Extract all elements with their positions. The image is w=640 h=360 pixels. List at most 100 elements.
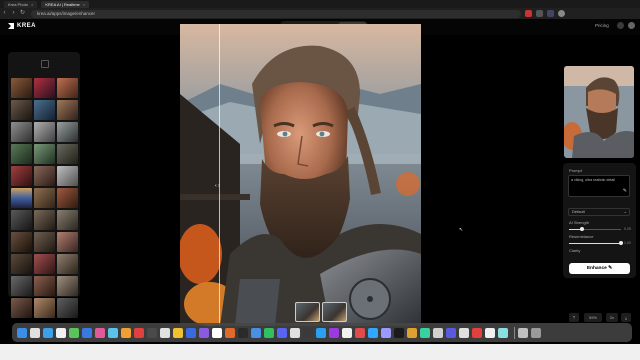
extension-icon[interactable] (525, 10, 532, 17)
prompt-input[interactable]: a viking, ultra realistic detail ✎ (568, 175, 630, 197)
safari-icon[interactable] (43, 327, 53, 338)
preview-icon[interactable] (342, 327, 352, 338)
divider-handle-icon[interactable]: ‹ › (215, 183, 220, 189)
profile-icon[interactable] (558, 10, 565, 17)
app-icon[interactable] (420, 327, 430, 338)
history-thumbnail[interactable] (57, 276, 78, 296)
calendar-icon[interactable] (56, 327, 66, 338)
notes-icon[interactable] (121, 327, 131, 338)
history-thumbnail[interactable] (34, 188, 55, 208)
history-thumbnail[interactable] (11, 100, 32, 120)
extension-icon[interactable] (547, 10, 554, 17)
app-icon[interactable] (459, 327, 469, 338)
history-thumbnail[interactable] (11, 166, 32, 186)
music-icon[interactable] (134, 327, 144, 338)
downloads-icon[interactable] (518, 327, 528, 338)
download-icon[interactable]: ⤓ (621, 313, 631, 322)
app-icon[interactable] (498, 327, 508, 338)
close-icon[interactable]: × (31, 2, 33, 7)
history-thumbnail[interactable] (11, 78, 32, 98)
history-thumbnail[interactable] (11, 232, 32, 252)
history-thumbnail[interactable] (57, 78, 78, 98)
stickies-icon[interactable] (173, 327, 183, 338)
avatar[interactable] (628, 22, 635, 29)
history-thumbnail[interactable] (11, 276, 32, 296)
facetime-icon[interactable] (108, 327, 118, 338)
history-thumbnail[interactable] (34, 100, 55, 120)
photos-icon[interactable] (95, 327, 105, 338)
discord-icon[interactable] (277, 327, 287, 338)
enhance-button[interactable]: Enhance ✎ (569, 263, 630, 274)
history-thumbnail[interactable] (57, 210, 78, 230)
app-icon[interactable] (485, 327, 495, 338)
history-thumbnail[interactable] (34, 276, 55, 296)
photoshop-icon[interactable] (368, 327, 378, 338)
messages-icon[interactable] (69, 327, 79, 338)
history-thumbnail[interactable] (57, 298, 78, 318)
reminders-icon[interactable] (160, 327, 170, 338)
launchpad-icon[interactable] (30, 327, 40, 338)
magic-wand-icon[interactable]: ✎ (623, 188, 627, 194)
forward-icon[interactable]: › (9, 9, 18, 18)
resemblance-knob[interactable] (619, 241, 623, 245)
back-icon[interactable]: ‹ (0, 9, 9, 18)
mail-icon[interactable] (82, 327, 92, 338)
arc-icon[interactable] (329, 327, 339, 338)
pricing-link[interactable]: Pricing (595, 23, 609, 28)
enhanced-thumbnail[interactable] (322, 302, 347, 322)
preview-image[interactable] (564, 66, 634, 158)
reload-icon[interactable]: ↻ (18, 9, 27, 18)
browser-tab-1[interactable]: Krea Photo × (4, 0, 38, 8)
original-thumbnail[interactable] (295, 302, 320, 322)
textedit-icon[interactable] (290, 327, 300, 338)
extension-icon[interactable] (536, 10, 543, 17)
close-icon[interactable]: × (83, 2, 85, 7)
app-icon[interactable] (472, 327, 482, 338)
history-thumbnail[interactable] (34, 254, 55, 274)
compare-divider[interactable] (219, 24, 220, 326)
history-thumbnail[interactable] (57, 144, 78, 164)
history-thumbnail[interactable] (34, 144, 55, 164)
history-thumbnail[interactable] (57, 232, 78, 252)
history-thumbnail[interactable] (57, 166, 78, 186)
capcut-icon[interactable] (394, 327, 404, 338)
history-thumbnail[interactable] (11, 188, 32, 208)
history-thumbnail[interactable] (11, 144, 32, 164)
history-thumbnail[interactable] (34, 78, 55, 98)
activity-monitor-icon[interactable] (303, 327, 313, 338)
url-field[interactable]: krea.ai/apps/image/enhancer (31, 9, 521, 18)
app-store-icon[interactable] (186, 327, 196, 338)
zoom-level[interactable]: 59% (584, 313, 602, 322)
history-thumbnail[interactable] (34, 210, 55, 230)
acrobat-icon[interactable] (355, 327, 365, 338)
premiere-icon[interactable] (381, 327, 391, 338)
trash-icon[interactable] (531, 327, 541, 338)
enhanced-image[interactable] (180, 24, 421, 326)
history-thumbnail[interactable] (57, 188, 78, 208)
history-thumbnail[interactable] (57, 254, 78, 274)
upscale-button[interactable]: 2x (606, 313, 618, 322)
history-thumbnail[interactable] (57, 122, 78, 142)
resemblance-slider[interactable] (569, 241, 623, 245)
settings-icon[interactable] (433, 327, 443, 338)
notion-icon[interactable] (238, 327, 248, 338)
terminal-icon[interactable] (147, 327, 157, 338)
settings-icon[interactable] (617, 22, 624, 29)
history-thumbnail[interactable] (11, 254, 32, 274)
telegram-icon[interactable] (316, 327, 326, 338)
spotify-icon[interactable] (264, 327, 274, 338)
history-thumbnail[interactable] (57, 100, 78, 120)
chrome-icon[interactable] (212, 327, 222, 338)
model-select[interactable]: Default ⌄ (568, 208, 630, 216)
podcasts-icon[interactable] (199, 327, 209, 338)
history-thumbnail[interactable] (11, 122, 32, 142)
blender-icon[interactable] (407, 327, 417, 338)
app-icon[interactable] (446, 327, 456, 338)
history-thumbnail[interactable] (11, 298, 32, 318)
upload-icon[interactable] (41, 60, 49, 68)
upload-tool-icon[interactable]: ⤒ (569, 313, 579, 322)
ai-strength-slider[interactable] (569, 227, 621, 231)
history-thumbnail[interactable] (34, 122, 55, 142)
ai-strength-knob[interactable] (580, 227, 584, 231)
krea-logo[interactable]: KREA (8, 23, 36, 29)
